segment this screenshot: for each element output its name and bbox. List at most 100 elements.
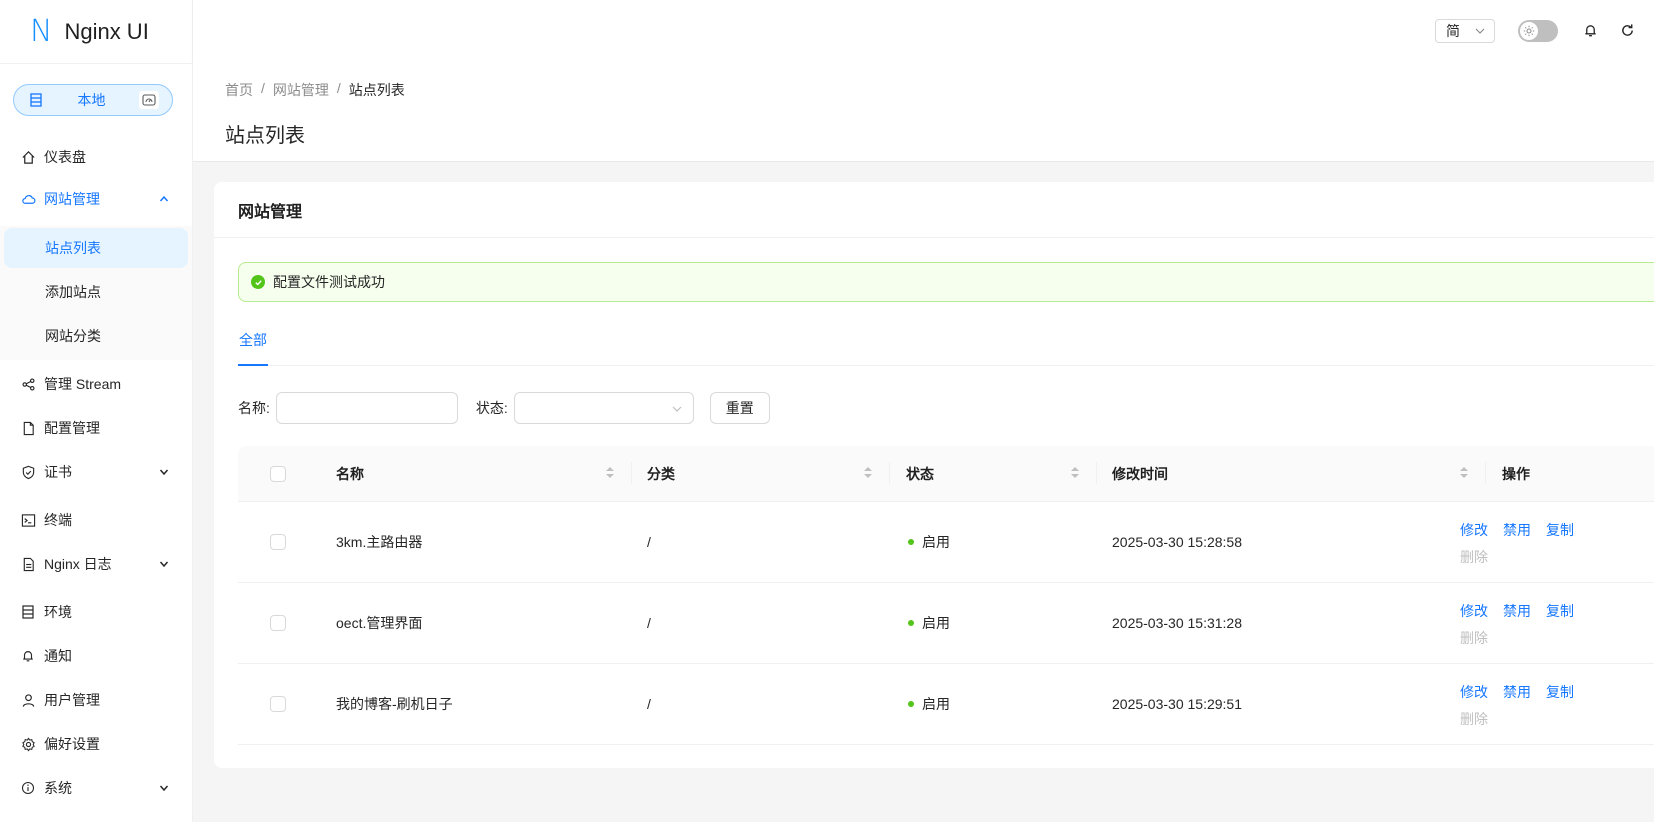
dashboard-gauge-icon[interactable]: [139, 91, 159, 109]
name-filter-input[interactable]: [275, 392, 458, 424]
logo-mark: N: [30, 13, 53, 49]
nav-cert-label: 证书: [44, 464, 72, 480]
nav-stream-label: 管理 Stream: [44, 376, 122, 392]
alert-message: 配置文件测试成功: [273, 274, 385, 290]
tab-all[interactable]: 全部: [238, 318, 268, 366]
column-name[interactable]: 名称: [336, 446, 364, 502]
delete-link: 删除: [1460, 630, 1488, 646]
select-all-checkbox[interactable]: [270, 446, 286, 502]
page-title: 站点列表: [225, 125, 305, 147]
copy-link[interactable]: 复制: [1546, 601, 1574, 621]
breadcrumb-current: 站点列表: [348, 82, 405, 98]
column-category[interactable]: 分类: [647, 446, 675, 502]
server-icon: [28, 92, 44, 108]
row-checkbox[interactable]: [270, 583, 286, 663]
sort-icon[interactable]: [1459, 466, 1469, 479]
bell-icon[interactable]: [1582, 22, 1598, 38]
column-divider: [631, 462, 632, 484]
sort-icon[interactable]: [863, 466, 873, 479]
site-status: 启用: [908, 583, 950, 663]
disable-link[interactable]: 禁用: [1503, 520, 1531, 540]
nav-site-list[interactable]: 站点列表: [4, 228, 188, 268]
nav-nginx-log[interactable]: Nginx 日志: [0, 544, 192, 584]
nav-sites[interactable]: 网站管理: [0, 179, 192, 219]
nav-config-label: 配置管理: [44, 420, 100, 436]
edit-link[interactable]: 修改: [1460, 520, 1488, 540]
app-logo[interactable]: N Nginx UI: [0, 0, 192, 64]
top-header: 简: [193, 0, 1654, 62]
table-header: 名称 分类 状态 修改时间 操作: [238, 446, 1654, 502]
nav-nginx-log-label: Nginx 日志: [44, 556, 112, 572]
site-modified: 2025-03-30 15:28:58: [1112, 534, 1242, 550]
sort-icon[interactable]: [605, 466, 615, 479]
status-text: 启用: [922, 696, 950, 712]
status-dot: [908, 539, 914, 545]
row-actions: 修改 禁用 复制 删除: [1460, 682, 1574, 729]
site-name: 我的博客-刷机日子: [336, 696, 453, 712]
status-text: 启用: [922, 534, 950, 550]
theme-toggle[interactable]: [1518, 20, 1558, 42]
nav-site-category[interactable]: 网站分类: [4, 316, 188, 356]
nav-add-site[interactable]: 添加站点: [4, 272, 188, 312]
status-filter-label: 状态:: [475, 400, 508, 416]
reload-icon[interactable]: [1619, 22, 1635, 38]
nav-cert[interactable]: 证书: [0, 452, 192, 492]
terminal-icon: [20, 512, 36, 528]
nav-terminal-label: 终端: [44, 512, 72, 528]
chevron-up-icon: [156, 191, 172, 207]
chevron-down-icon: [156, 464, 172, 480]
info-icon: [20, 780, 36, 796]
row-checkbox[interactable]: [270, 664, 286, 744]
delete-link: 删除: [1460, 711, 1488, 727]
bell-icon: [20, 648, 36, 664]
nav-notification[interactable]: 通知: [0, 636, 192, 676]
site-status: 启用: [908, 664, 950, 744]
site-name: 3km.主路由器: [336, 534, 423, 550]
nav-stream[interactable]: 管理 Stream: [0, 364, 192, 404]
nav-dashboard-label: 仪表盘: [44, 149, 86, 165]
status-filter-select[interactable]: [513, 392, 694, 424]
nav-environment-label: 环境: [44, 604, 72, 620]
site-modified: 2025-03-30 15:29:51: [1112, 696, 1242, 712]
name-filter-label: 名称:: [238, 400, 270, 416]
disable-link[interactable]: 禁用: [1503, 601, 1531, 621]
row-actions: 修改 禁用 复制 删除: [1460, 520, 1574, 567]
file-icon: [20, 420, 36, 436]
user-icon: [20, 692, 36, 708]
environment-label: 本地: [77, 92, 106, 108]
column-modified[interactable]: 修改时间: [1112, 446, 1168, 502]
status-dot: [908, 701, 914, 707]
site-status: 启用: [908, 502, 950, 582]
sun-icon: [1520, 22, 1538, 40]
reset-button[interactable]: 重置: [709, 392, 770, 424]
copy-link[interactable]: 复制: [1546, 682, 1574, 702]
sort-icon[interactable]: [1070, 466, 1080, 479]
row-checkbox[interactable]: [270, 502, 286, 582]
sites-table: 名称 分类 状态 修改时间 操作 3km.主路由器 / 启用 2025-03-3…: [238, 446, 1654, 745]
nav-config[interactable]: 配置管理: [0, 408, 192, 448]
sidebar: N Nginx UI 本地 仪表盘 网站管理 站点列表 添加站点 网站分类 管理…: [0, 0, 193, 822]
home-icon: [20, 149, 36, 165]
language-select[interactable]: 简: [1435, 19, 1495, 43]
nav-terminal[interactable]: 终端: [0, 500, 192, 540]
page-header: 首页 / 网站管理 / 站点列表 站点列表: [193, 62, 1654, 162]
nav-dashboard[interactable]: 仪表盘: [0, 137, 192, 177]
breadcrumb-separator: /: [336, 80, 341, 96]
nav-preferences[interactable]: 偏好设置: [0, 724, 192, 764]
copy-link[interactable]: 复制: [1546, 520, 1574, 540]
environment-switcher[interactable]: 本地: [13, 84, 173, 116]
breadcrumb-home[interactable]: 首页: [225, 80, 253, 100]
site-category: /: [647, 696, 651, 712]
disable-link[interactable]: 禁用: [1503, 682, 1531, 702]
column-status[interactable]: 状态: [906, 446, 934, 502]
edit-link[interactable]: 修改: [1460, 601, 1488, 621]
nav-users[interactable]: 用户管理: [0, 680, 192, 720]
breadcrumb-sites[interactable]: 网站管理: [273, 80, 329, 100]
column-divider: [1485, 462, 1486, 484]
site-category: /: [647, 534, 651, 550]
nav-environment[interactable]: 环境: [0, 592, 192, 632]
site-modified: 2025-03-30 15:31:28: [1112, 615, 1242, 631]
edit-link[interactable]: 修改: [1460, 682, 1488, 702]
check-circle-icon: [251, 275, 265, 289]
nav-system[interactable]: 系统: [0, 768, 192, 808]
